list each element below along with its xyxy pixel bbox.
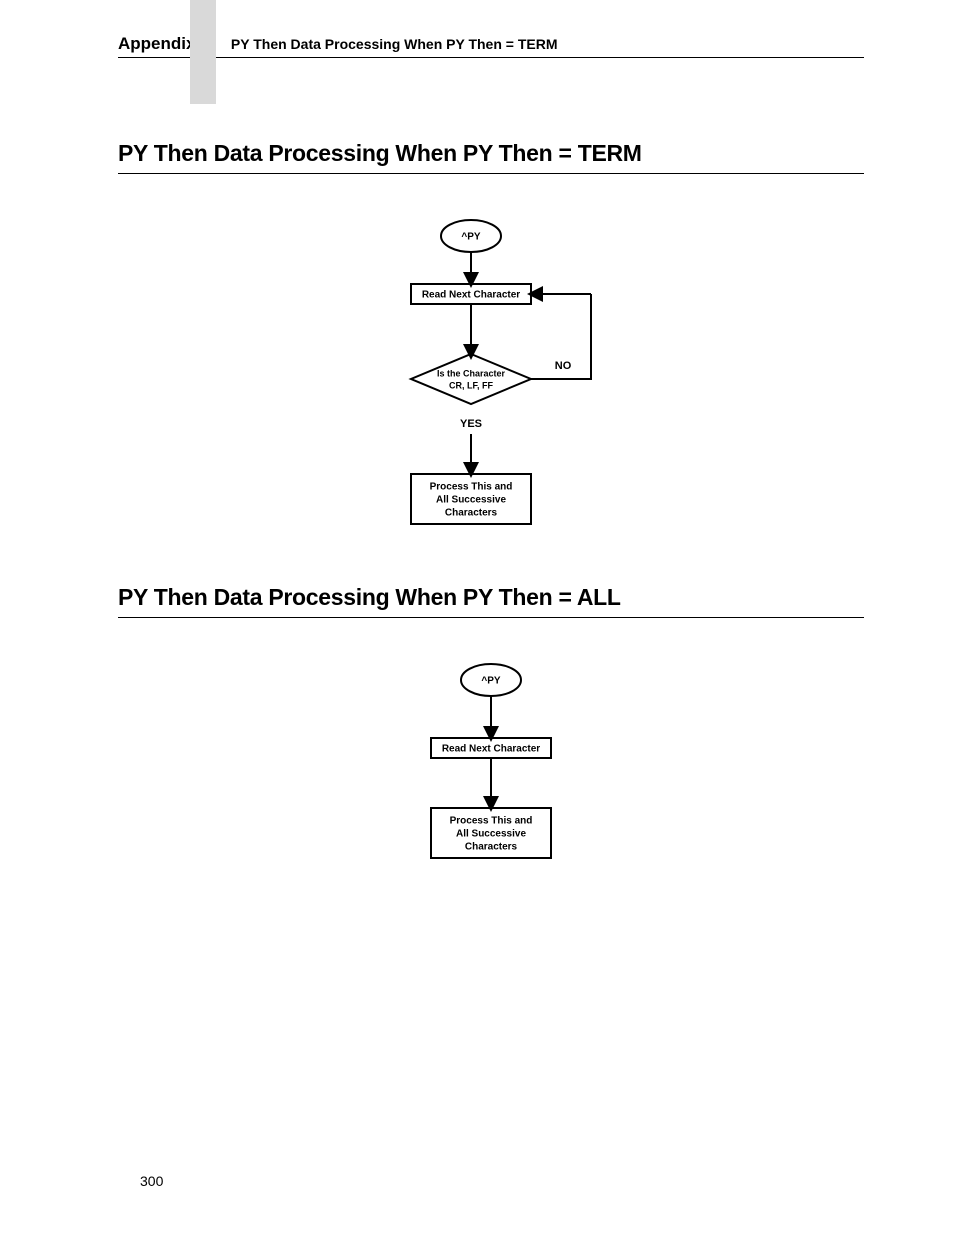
flow-process-l2: All Successive [436,495,506,506]
flow-read: Read Next Character [422,290,520,301]
flow-start: ^PY [461,232,481,243]
flow-decision-l1: Is the Character [437,368,506,378]
page: Appendix I PY Then Data Processing When … [0,0,954,1235]
flow-decision-l2: CR, LF, FF [449,380,493,390]
page-header: Appendix I PY Then Data Processing When … [118,34,864,58]
flow-yes: YES [460,418,482,430]
section-title-all: PY Then Data Processing When PY Then = A… [118,584,864,618]
flow-no: NO [555,360,572,372]
flow2-process-l1: Process This and [450,816,533,827]
flowchart-all: ^PY Read Next Character Process This and… [381,658,601,898]
flow2-start: ^PY [481,676,501,687]
section-title-term: PY Then Data Processing When PY Then = T… [118,140,864,174]
page-number: 300 [140,1173,163,1189]
flow2-process-l3: Characters [465,842,518,853]
flowchart-term: ^PY Read Next Character Is the Character… [341,214,641,554]
header-subtitle: PY Then Data Processing When PY Then = T… [231,36,558,52]
flow-process-l1: Process This and [430,482,513,493]
flow-process-l3: Characters [445,508,498,519]
flow2-read: Read Next Character [442,744,540,755]
header-tab [190,0,216,104]
flow2-process-l2: All Successive [456,829,526,840]
